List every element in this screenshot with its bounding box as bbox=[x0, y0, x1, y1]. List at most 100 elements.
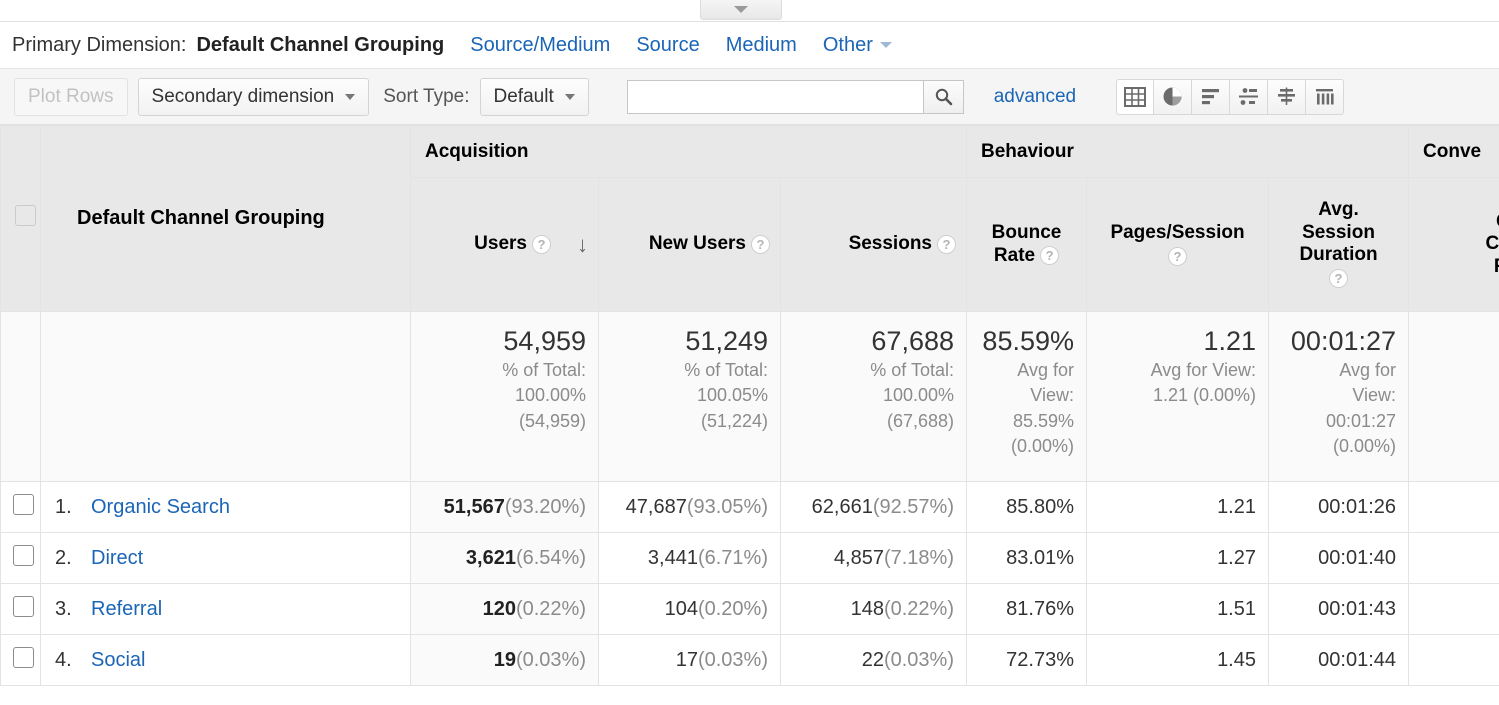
summary-new-users-line1: % of Total: bbox=[684, 360, 768, 381]
collapse-panel-button[interactable] bbox=[700, 0, 782, 20]
pages-session-header[interactable]: Pages/Session ? bbox=[1086, 177, 1269, 312]
row-sessions-percent: (0.22%) bbox=[883, 597, 954, 620]
help-icon[interactable]: ? bbox=[1040, 246, 1060, 266]
plot-rows-label: Plot Rows bbox=[28, 85, 114, 107]
row-new-users-cell: 17(0.03%) bbox=[598, 634, 781, 686]
performance-bars-icon bbox=[1202, 89, 1220, 105]
advanced-link[interactable]: advanced bbox=[994, 86, 1076, 108]
summary-users-line3: (54,959) bbox=[518, 410, 586, 431]
view-type-toggle-group bbox=[1116, 78, 1345, 115]
users-header[interactable]: Users ? ↓ bbox=[410, 177, 599, 312]
help-icon[interactable]: ? bbox=[751, 235, 770, 254]
row-dimension-cell: 2. Direct bbox=[40, 532, 411, 584]
row-checkbox[interactable] bbox=[13, 646, 34, 668]
summary-new-users-cell: 51,249 % of Total: 100.05% (51,224) bbox=[598, 311, 781, 482]
row-dimension-link[interactable]: Direct bbox=[91, 547, 143, 569]
chevron-down-icon bbox=[734, 6, 748, 13]
sort-type-label: Sort Type: bbox=[383, 85, 470, 107]
new-users-header[interactable]: New Users ? bbox=[598, 177, 781, 312]
sessions-header-label: Sessions bbox=[848, 233, 932, 255]
row-new-users-percent: (0.03%) bbox=[697, 648, 768, 671]
row-pages-session-cell: 1.45 bbox=[1086, 634, 1269, 686]
summary-goal-rate-line4: (0. bbox=[1421, 435, 1499, 458]
sort-descending-icon[interactable]: ↓ bbox=[577, 232, 588, 258]
summary-users-value: 54,959 bbox=[503, 326, 586, 356]
row-new-users-value: 47,687 bbox=[625, 495, 687, 518]
row-dimension-link[interactable]: Social bbox=[91, 649, 145, 671]
row-pages-session-cell: 1.27 bbox=[1086, 532, 1269, 584]
row-users-cell: 51,567(93.20%) bbox=[410, 481, 599, 533]
sort-type-value: Default bbox=[493, 85, 554, 107]
sessions-header[interactable]: Sessions ? bbox=[780, 177, 967, 312]
row-users-value: 120 bbox=[482, 597, 516, 620]
secondary-dimension-dropdown[interactable]: Secondary dimension bbox=[137, 77, 370, 116]
table-view-icon[interactable] bbox=[1116, 78, 1155, 115]
help-icon[interactable]: ? bbox=[532, 234, 551, 254]
summary-bounce-rate-line4: (0.00%) bbox=[1010, 436, 1074, 457]
row-sessions-value: 62,661 bbox=[811, 495, 873, 518]
new-users-header-label: New Users bbox=[648, 233, 746, 255]
table-row[interactable]: 4. Social 19(0.03%) 17(0.03%) 22(0.03%) 7… bbox=[0, 634, 1499, 686]
help-icon[interactable]: ? bbox=[937, 235, 956, 254]
row-users-value: 51,567 bbox=[443, 495, 505, 518]
row-checkbox[interactable] bbox=[13, 544, 34, 566]
row-dimension-link[interactable]: Organic Search bbox=[91, 496, 230, 518]
primary-dimension-other-dropdown[interactable]: Other bbox=[823, 34, 892, 57]
select-all-checkbox[interactable] bbox=[15, 205, 36, 226]
summary-sessions-value: 67,688 bbox=[871, 326, 954, 356]
pivot-icon bbox=[1278, 87, 1296, 105]
comparison-view-icon[interactable] bbox=[1230, 78, 1269, 115]
row-checkbox[interactable] bbox=[13, 493, 34, 515]
summary-pages-session-line2: 1.21 (0.00%) bbox=[1152, 385, 1256, 406]
row-new-users-cell: 47,687(93.05%) bbox=[598, 481, 781, 533]
search-input[interactable] bbox=[626, 79, 923, 114]
summary-users-line2: 100.00% bbox=[514, 385, 586, 406]
row-sessions-cell: 148(0.22%) bbox=[780, 583, 967, 635]
primary-dimension-source-medium[interactable]: Source/Medium bbox=[470, 34, 610, 57]
goal-conversion-rate-header[interactable]: Goa Conve Rate bbox=[1408, 177, 1499, 312]
row-pages-session-cell: 1.21 bbox=[1086, 481, 1269, 533]
dimension-header[interactable]: Default Channel Grouping bbox=[40, 125, 411, 312]
summary-avg-session-line2: View: bbox=[1352, 385, 1397, 406]
help-icon[interactable]: ? bbox=[1329, 269, 1348, 289]
plot-rows-button[interactable]: Plot Rows bbox=[14, 77, 128, 116]
row-checkbox[interactable] bbox=[13, 595, 34, 617]
summary-pages-session-value: 1.21 bbox=[1203, 326, 1256, 356]
summary-bounce-rate-line3: 85.59% bbox=[1012, 410, 1074, 431]
row-sessions-cell: 62,661(92.57%) bbox=[780, 481, 967, 533]
row-bounce-rate-cell: 83.01% bbox=[966, 532, 1087, 584]
row-sessions-cell: 22(0.03%) bbox=[780, 634, 967, 686]
summary-bounce-rate-line2: View: bbox=[1030, 385, 1074, 406]
summary-avg-session-value: 00:01:27 bbox=[1290, 326, 1397, 356]
primary-dimension-source[interactable]: Source bbox=[636, 34, 699, 57]
sort-type-dropdown[interactable]: Default bbox=[479, 77, 589, 116]
row-goal-rate-cell: 0 bbox=[1408, 583, 1499, 635]
primary-dimension-medium[interactable]: Medium bbox=[726, 34, 797, 57]
table-row[interactable]: 2. Direct 3,621(6.54%) 3,441(6.71%) 4,857… bbox=[0, 532, 1499, 584]
row-avg-session-cell: 00:01:26 bbox=[1267, 481, 1410, 533]
row-users-percent: (93.20%) bbox=[504, 495, 586, 518]
pie-chart-view-icon[interactable] bbox=[1154, 78, 1193, 115]
row-users-cell: 3,621(6.54%) bbox=[410, 532, 599, 584]
help-icon[interactable]: ? bbox=[1168, 247, 1187, 266]
avg-session-duration-header[interactable]: Avg. Session Duration ? bbox=[1267, 177, 1410, 312]
bar-detail-view-icon[interactable] bbox=[1306, 78, 1345, 115]
primary-dimension-current[interactable]: Default Channel Grouping bbox=[196, 34, 444, 57]
row-dimension-cell: 1. Organic Search bbox=[40, 481, 411, 533]
chevron-down-icon bbox=[345, 93, 356, 100]
row-dimension-link[interactable]: Referral bbox=[91, 598, 162, 620]
summary-new-users-value: 51,249 bbox=[685, 326, 768, 356]
row-users-value: 19 bbox=[493, 648, 516, 671]
summary-avg-session-line3: 00:01:27 bbox=[1325, 410, 1397, 431]
pivot-view-icon[interactable] bbox=[1268, 78, 1307, 115]
primary-dimension-bar: Primary Dimension: Default Channel Group… bbox=[0, 22, 1499, 69]
pie-chart-icon bbox=[1163, 87, 1182, 106]
search-button[interactable] bbox=[922, 79, 964, 114]
avg-session-duration-line2: Session bbox=[1302, 221, 1375, 243]
performance-view-icon[interactable] bbox=[1192, 78, 1231, 115]
table-row[interactable]: 1. Organic Search 51,567(93.20%) 47,687(9… bbox=[0, 481, 1499, 533]
table-row[interactable]: 3. Referral 120(0.22%) 104(0.20%) 148(0.2… bbox=[0, 583, 1499, 635]
panel-collapse-strip bbox=[0, 0, 1499, 22]
search-icon bbox=[935, 88, 953, 106]
bounce-rate-header[interactable]: Bounce Rate ? bbox=[966, 177, 1087, 312]
